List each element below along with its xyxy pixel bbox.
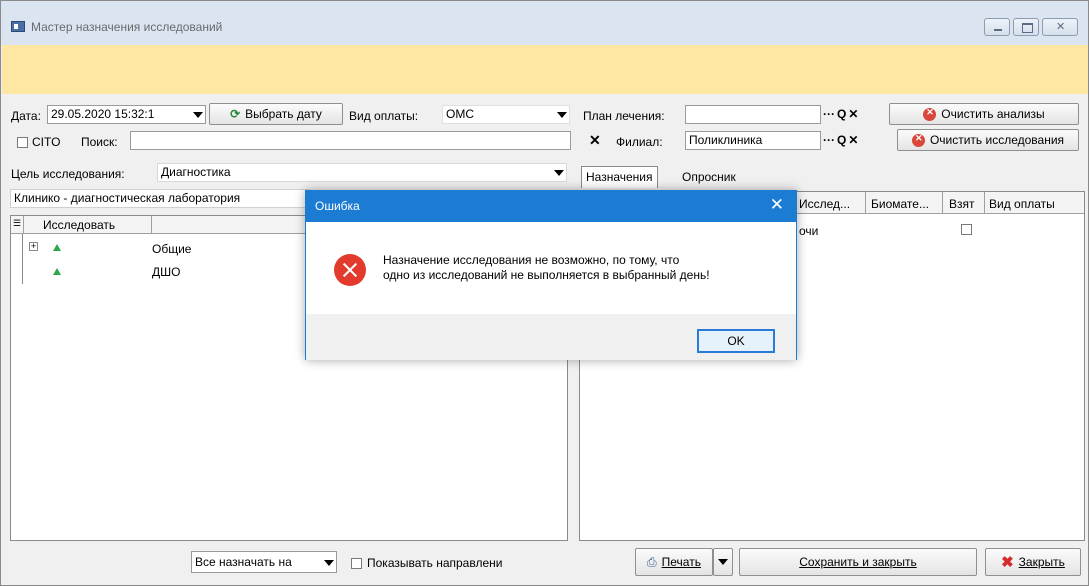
window-controls — [984, 18, 1078, 36]
show-directions-checkbox[interactable]: Показывать направлени — [351, 556, 502, 570]
row-cell-text: очи — [799, 224, 819, 238]
minimize-icon[interactable] — [984, 18, 1010, 36]
print-menu-button[interactable] — [713, 548, 733, 576]
clear-research-label: Очистить исследования — [929, 133, 1065, 147]
clear-analyses-button[interactable]: Очистить анализы — [889, 103, 1079, 125]
branch-actions: ··· Q ✕ — [823, 133, 858, 147]
app-window-icon — [11, 21, 25, 32]
pick-date-button[interactable]: ⟳ Выбрать дату — [209, 103, 343, 125]
grid-menu-icon[interactable]: ☰ — [13, 218, 21, 229]
assign-all-select[interactable]: Все назначать на — [191, 551, 337, 573]
flask-icon — [53, 268, 61, 275]
tree-node-label[interactable]: Общие — [152, 242, 191, 256]
plan-label: План лечения: — [583, 109, 665, 123]
chevron-down-icon — [557, 112, 567, 118]
dialog-title: Ошибка — [315, 199, 360, 213]
info-banner — [2, 45, 1088, 94]
date-picker[interactable]: 29.05.2020 15:32:1 — [47, 105, 206, 124]
show-directions-label: Показывать направлени — [367, 556, 503, 570]
save-and-close-button[interactable]: Сохранить и закрыть — [739, 548, 977, 576]
tree-node[interactable] — [53, 240, 61, 254]
window-title: Мастер назначения исследований — [31, 20, 223, 34]
search-icon[interactable]: Q — [837, 133, 846, 147]
dialog-title-bar: Ошибка ✕ — [306, 191, 796, 222]
tree-node[interactable] — [53, 264, 61, 278]
cito-checkbox[interactable]: CITO — [17, 135, 60, 149]
purpose-select[interactable]: Диагностика — [157, 163, 567, 182]
title-bar: Мастер назначения исследований — [1, 1, 1088, 45]
row-indicator — [11, 234, 23, 284]
search-label: Поиск: — [81, 135, 118, 149]
flask-icon — [53, 244, 61, 251]
cito-checkbox-box[interactable] — [17, 136, 28, 148]
close-label: Закрыть — [1018, 555, 1065, 569]
dialog-footer: OK — [306, 314, 796, 360]
plan-actions: ··· Q ✕ — [823, 107, 858, 121]
dialog-message: Назначение исследования не возможно, по … — [383, 253, 710, 283]
plan-field[interactable] — [685, 105, 821, 124]
cito-label: CITO — [32, 135, 61, 149]
close-red-icon: ✖ — [1001, 554, 1014, 571]
chevron-down-icon — [324, 560, 334, 566]
date-label: Дата: — [11, 109, 41, 123]
dialog-message-line: Назначение исследования не возможно, по … — [383, 253, 680, 267]
clear-analyses-label: Очистить анализы — [941, 107, 1045, 121]
close-window-icon[interactable] — [1042, 18, 1078, 36]
column-header-research-short[interactable]: Исслед... — [799, 197, 850, 211]
payment-select[interactable]: ОМС — [442, 105, 570, 124]
purpose-label: Цель исследования: — [11, 167, 125, 181]
expand-icon[interactable]: + — [29, 242, 38, 251]
branch-label: Филиал: — [616, 135, 663, 149]
clear-icon[interactable]: ✕ — [848, 133, 858, 147]
tab-assignments[interactable]: Назначения — [581, 166, 658, 188]
branch-field[interactable]: Поликлиника — [685, 131, 821, 150]
print-label: Печать — [661, 555, 701, 569]
error-icon — [334, 254, 366, 286]
column-header-biomaterial[interactable]: Биомате... — [871, 197, 929, 211]
column-header-payment[interactable]: Вид оплаты — [989, 197, 1055, 211]
show-directions-box[interactable] — [351, 557, 362, 569]
refresh-icon: ⟳ — [230, 107, 241, 121]
clear-research-button[interactable]: Очистить исследования — [897, 129, 1079, 151]
taken-checkbox[interactable] — [961, 224, 972, 235]
tree-node-label[interactable]: ДШО — [152, 265, 180, 279]
ellipsis-icon[interactable]: ··· — [823, 133, 835, 147]
close-button[interactable]: ✖ Закрыть — [985, 548, 1081, 576]
dialog-message-line: одно из исследований не выполняется в вы… — [383, 268, 710, 282]
chevron-down-icon — [554, 170, 564, 176]
error-dialog: Ошибка ✕ Назначение исследования не возм… — [305, 190, 797, 360]
chevron-down-icon — [193, 112, 203, 118]
column-header-research[interactable]: Исследовать — [43, 218, 115, 232]
assign-all-value: Все назначать на — [195, 555, 292, 569]
clear-red-icon — [911, 133, 925, 147]
tab-questionnaire[interactable]: Опросник — [678, 167, 740, 189]
lab-select[interactable]: Клинико - диагностическая лаборатория — [10, 189, 310, 208]
chevron-down-icon — [718, 559, 728, 565]
maximize-icon[interactable] — [1013, 18, 1039, 36]
clear-red-icon — [923, 107, 937, 121]
print-button[interactable]: ⎙ Печать — [635, 548, 713, 576]
search-clear-icon[interactable]: ✕ — [589, 132, 601, 149]
payment-value: ОМС — [446, 107, 474, 121]
date-value: 29.05.2020 15:32:1 — [51, 107, 155, 121]
purpose-value: Диагностика — [161, 165, 231, 179]
dialog-close-icon[interactable]: ✕ — [770, 195, 784, 215]
pick-date-label: Выбрать дату — [245, 107, 322, 121]
payment-label: Вид оплаты: — [349, 109, 419, 123]
ok-button[interactable]: OK — [697, 329, 775, 353]
clear-icon[interactable]: ✕ — [848, 107, 858, 121]
save-and-close-label: Сохранить и закрыть — [799, 555, 917, 569]
column-header-taken[interactable]: Взят — [949, 197, 975, 211]
ellipsis-icon[interactable]: ··· — [823, 107, 835, 121]
search-icon[interactable]: Q — [837, 107, 846, 121]
search-input[interactable] — [130, 131, 571, 150]
printer-icon: ⎙ — [647, 554, 657, 569]
